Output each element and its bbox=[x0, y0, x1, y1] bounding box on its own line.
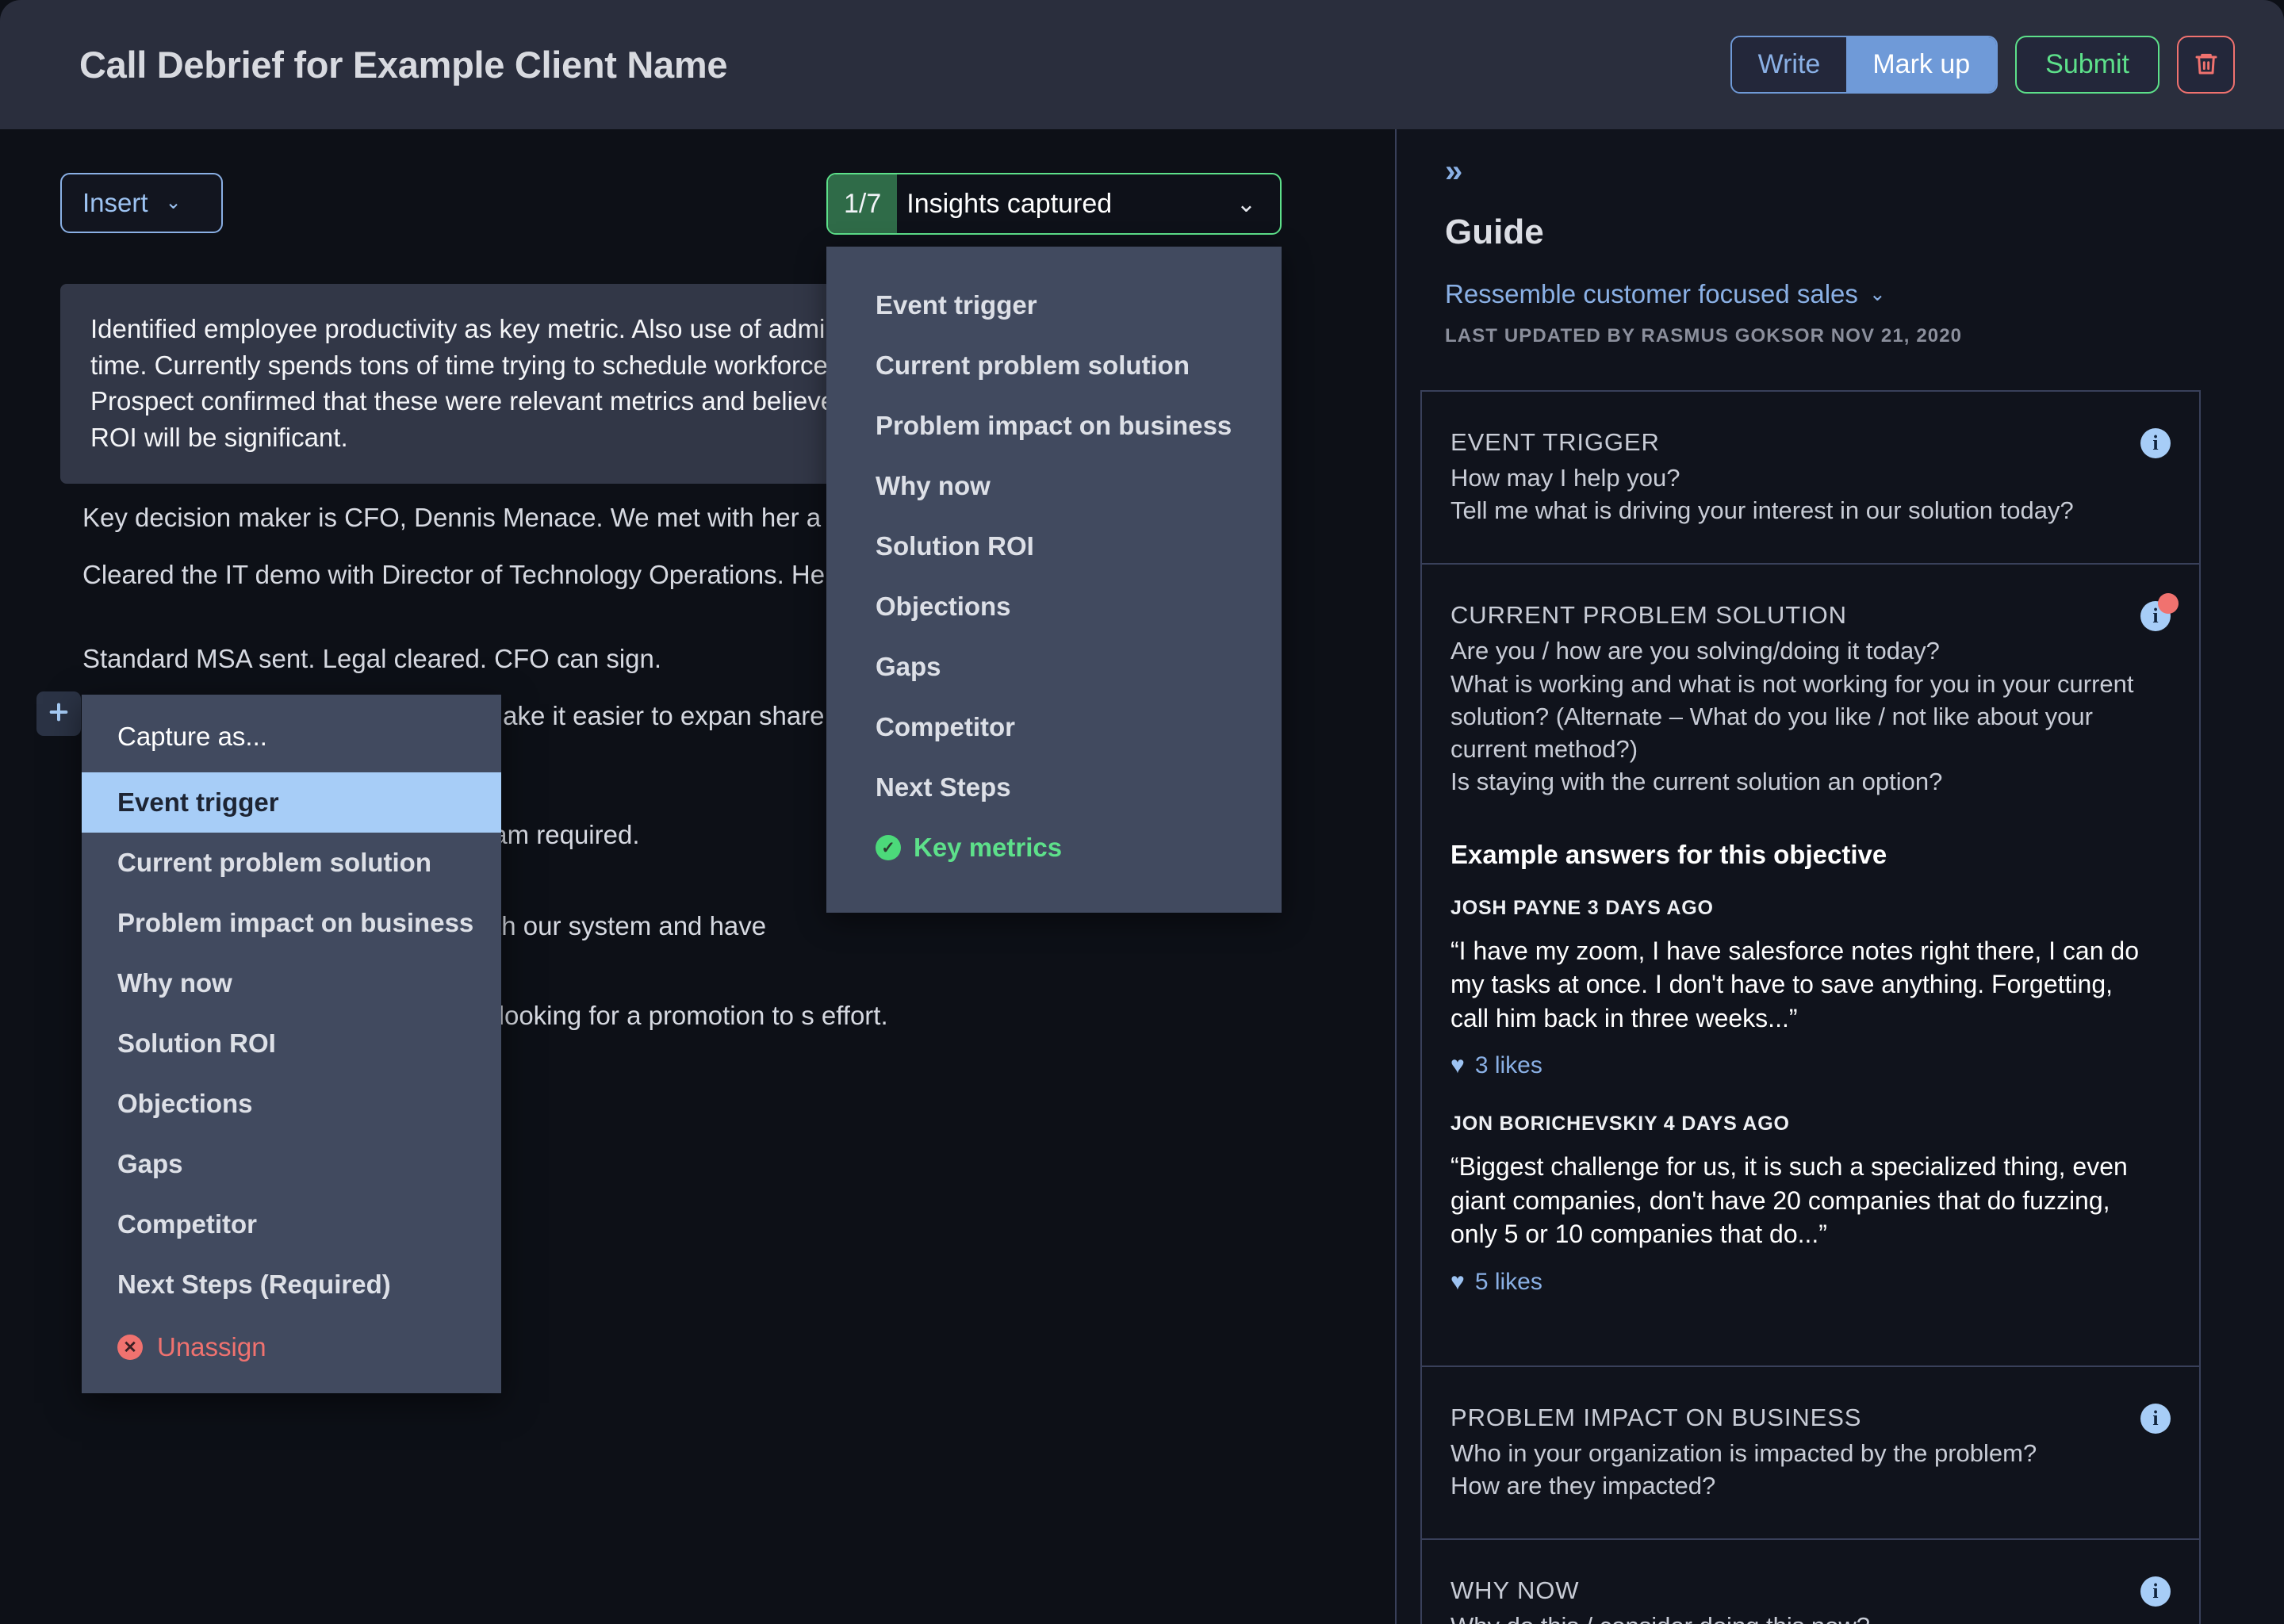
insights-menu-item-label: Gaps bbox=[876, 652, 941, 681]
insights-menu-item-label: Why now bbox=[876, 471, 991, 500]
capture-menu-item[interactable]: Event trigger bbox=[82, 772, 501, 833]
insights-label: Insights captured bbox=[906, 188, 1113, 219]
insights-menu-item[interactable]: Objections bbox=[826, 576, 1282, 637]
heart-icon: ♥ bbox=[1450, 1052, 1465, 1079]
capture-menu-item[interactable]: Competitor bbox=[82, 1194, 501, 1254]
guide-card-line: What is working and what is not working … bbox=[1450, 669, 2134, 764]
highlighted-insight-block[interactable]: Identified employee productivity as key … bbox=[60, 284, 887, 485]
insights-menu-item-label: Competitor bbox=[876, 712, 1015, 741]
heart-icon: ♥ bbox=[1450, 1268, 1465, 1295]
header-actions: Write Mark up Submit bbox=[1730, 36, 2235, 94]
guide-card[interactable]: i WHY NOW Why do this / consider doing thi… bbox=[1422, 1540, 2199, 1624]
guide-heading: Guide bbox=[1445, 213, 1544, 251]
mode-toggle-group: Write Mark up bbox=[1730, 36, 1998, 94]
unassign-menu-item[interactable]: ✕ Unassign bbox=[82, 1315, 501, 1377]
answer-author: JOSH PAYNE 3 DAYS AGO bbox=[1450, 896, 1714, 919]
chevron-down-icon: ⌄ bbox=[1868, 282, 1886, 305]
capture-menu-item[interactable]: Problem impact on business bbox=[82, 893, 501, 953]
chevron-down-icon: ⌄ bbox=[1236, 190, 1256, 217]
guide-card-line: How are they impacted? bbox=[1450, 1472, 1716, 1500]
guide-card-line: Who in your organization is impacted by … bbox=[1450, 1438, 2037, 1467]
answer-like-count: 5 likes bbox=[1474, 1268, 1542, 1295]
page-title: Call Debrief for Example Client Name bbox=[79, 44, 728, 86]
plus-icon bbox=[46, 699, 71, 729]
insights-menu-item[interactable]: Next Steps bbox=[826, 757, 1282, 818]
insights-menu-item-label: Next Steps bbox=[876, 772, 1011, 802]
answer-quote: “Biggest challenge for us, it is such a … bbox=[1450, 1152, 2128, 1249]
answer-author: JON BORICHEVSKIY 4 DAYS AGO bbox=[1450, 1113, 1790, 1136]
collapse-panel-button[interactable]: » bbox=[1445, 155, 1462, 187]
answer-like-button[interactable]: ♥ 3 likes bbox=[1450, 1052, 2155, 1079]
guide-card-list: i EVENT TRIGGER How may I help you? Tell me… bbox=[1420, 390, 2201, 1624]
guide-card-heading: CURRENT PROBLEM SOLUTION bbox=[1450, 601, 1847, 630]
info-icon[interactable]: i bbox=[2140, 1403, 2171, 1434]
insert-label: Insert bbox=[82, 188, 148, 217]
insights-menu-item-label: Event trigger bbox=[876, 290, 1037, 320]
trash-icon bbox=[2194, 50, 2219, 79]
insights-menu-item[interactable]: Event trigger bbox=[826, 275, 1282, 335]
insights-menu-item[interactable]: Problem impact on business bbox=[826, 396, 1282, 456]
capture-menu-item[interactable]: Gaps bbox=[82, 1134, 501, 1194]
insights-menu-item-label: Solution ROI bbox=[876, 531, 1034, 561]
capture-menu-item[interactable]: Current problem solution bbox=[82, 833, 501, 893]
check-circle-icon: ✓ bbox=[876, 835, 901, 860]
insert-button[interactable]: Insert ⌄ bbox=[60, 173, 223, 233]
close-circle-icon: ✕ bbox=[117, 1335, 143, 1360]
insights-menu-item-label: Current problem solution bbox=[876, 350, 1190, 380]
guide-card-line: Tell me what is driving your interest in… bbox=[1450, 496, 2074, 525]
guide-card-heading: WHY NOW bbox=[1450, 1576, 1580, 1605]
insights-menu-item[interactable]: Current problem solution bbox=[826, 335, 1282, 396]
capture-menu-item[interactable]: Solution ROI bbox=[82, 1013, 501, 1074]
title-bar: Call Debrief for Example Client Name Wri… bbox=[0, 0, 2284, 129]
insights-captured-dropdown[interactable]: 1/7 Insights captured ⌄ bbox=[826, 173, 1282, 235]
insights-count-badge: 1/7 bbox=[828, 174, 898, 233]
insights-dropdown-menu: Event trigger Current problem solution Pro… bbox=[826, 247, 1282, 913]
insights-menu-item[interactable]: Competitor bbox=[826, 697, 1282, 757]
add-block-button[interactable] bbox=[36, 691, 81, 736]
guide-card-heading: EVENT TRIGGER bbox=[1450, 428, 1660, 456]
answer-like-button[interactable]: ♥ 5 likes bbox=[1450, 1269, 2155, 1296]
submit-button[interactable]: Submit bbox=[2015, 36, 2159, 94]
guide-card[interactable]: i PROBLEM IMPACT ON BUSINESS Who in your o… bbox=[1422, 1367, 2199, 1541]
playbook-name: Ressemble customer focused sales bbox=[1445, 279, 1858, 308]
markup-tab[interactable]: Mark up bbox=[1846, 37, 1997, 92]
info-icon[interactable]: i bbox=[2140, 593, 2179, 632]
insights-menu-item-label: Problem impact on business bbox=[876, 411, 1232, 440]
chevron-down-icon: ⌄ bbox=[165, 192, 182, 213]
insights-menu-item-label: Objections bbox=[876, 592, 1011, 621]
answer-quote: “I have my zoom, I have salesforce notes… bbox=[1450, 936, 2139, 1032]
write-tab[interactable]: Write bbox=[1731, 37, 1847, 92]
playbook-selector[interactable]: Ressemble customer focused sales ⌄ bbox=[1445, 279, 1886, 309]
example-answers-heading: Example answers for this objective bbox=[1450, 839, 1887, 869]
unassign-label: Unassign bbox=[157, 1332, 266, 1362]
guide-card-line: How may I help you? bbox=[1450, 464, 1680, 492]
delete-button[interactable] bbox=[2177, 36, 2235, 94]
capture-menu-item[interactable]: Objections bbox=[82, 1074, 501, 1134]
capture-menu-item[interactable]: Next Steps (Required) bbox=[82, 1254, 501, 1315]
insights-menu-item-label: Key metrics bbox=[914, 833, 1063, 862]
capture-menu-item[interactable]: Why now bbox=[82, 953, 501, 1013]
app-window: Call Debrief for Example Client Name Wri… bbox=[0, 0, 2284, 1624]
guide-card-heading: PROBLEM IMPACT ON BUSINESS bbox=[1450, 1403, 1862, 1431]
capture-as-menu: Capture as... Event trigger Current probl… bbox=[82, 695, 501, 1393]
insights-menu-item[interactable]: Solution ROI bbox=[826, 516, 1282, 576]
guide-card-line: Is staying with the current solution an … bbox=[1450, 768, 1943, 796]
guide-card-line: Why do this / consider doing this now? bbox=[1450, 1610, 2155, 1624]
capture-as-heading: Capture as... bbox=[117, 722, 267, 751]
guide-card[interactable]: i EVENT TRIGGER How may I help you? Tell me… bbox=[1422, 392, 2199, 565]
info-icon[interactable]: i bbox=[2140, 1576, 2171, 1607]
guide-last-updated: LAST UPDATED BY RASMUS GOKSOR NOV 21, 20… bbox=[1445, 325, 1963, 347]
guide-card[interactable]: i CURRENT PROBLEM SOLUTION Are you / how a… bbox=[1422, 565, 2199, 1367]
info-icon[interactable]: i bbox=[2140, 428, 2171, 458]
insights-menu-item[interactable]: ✓ Key metrics bbox=[826, 818, 1282, 878]
notification-badge bbox=[2158, 593, 2179, 615]
insights-menu-item[interactable]: Why now bbox=[826, 456, 1282, 516]
answer-like-count: 3 likes bbox=[1474, 1052, 1542, 1079]
guide-card-line: Are you / how are you solving/doing it t… bbox=[1450, 637, 1940, 665]
insights-menu-item[interactable]: Gaps bbox=[826, 637, 1282, 697]
